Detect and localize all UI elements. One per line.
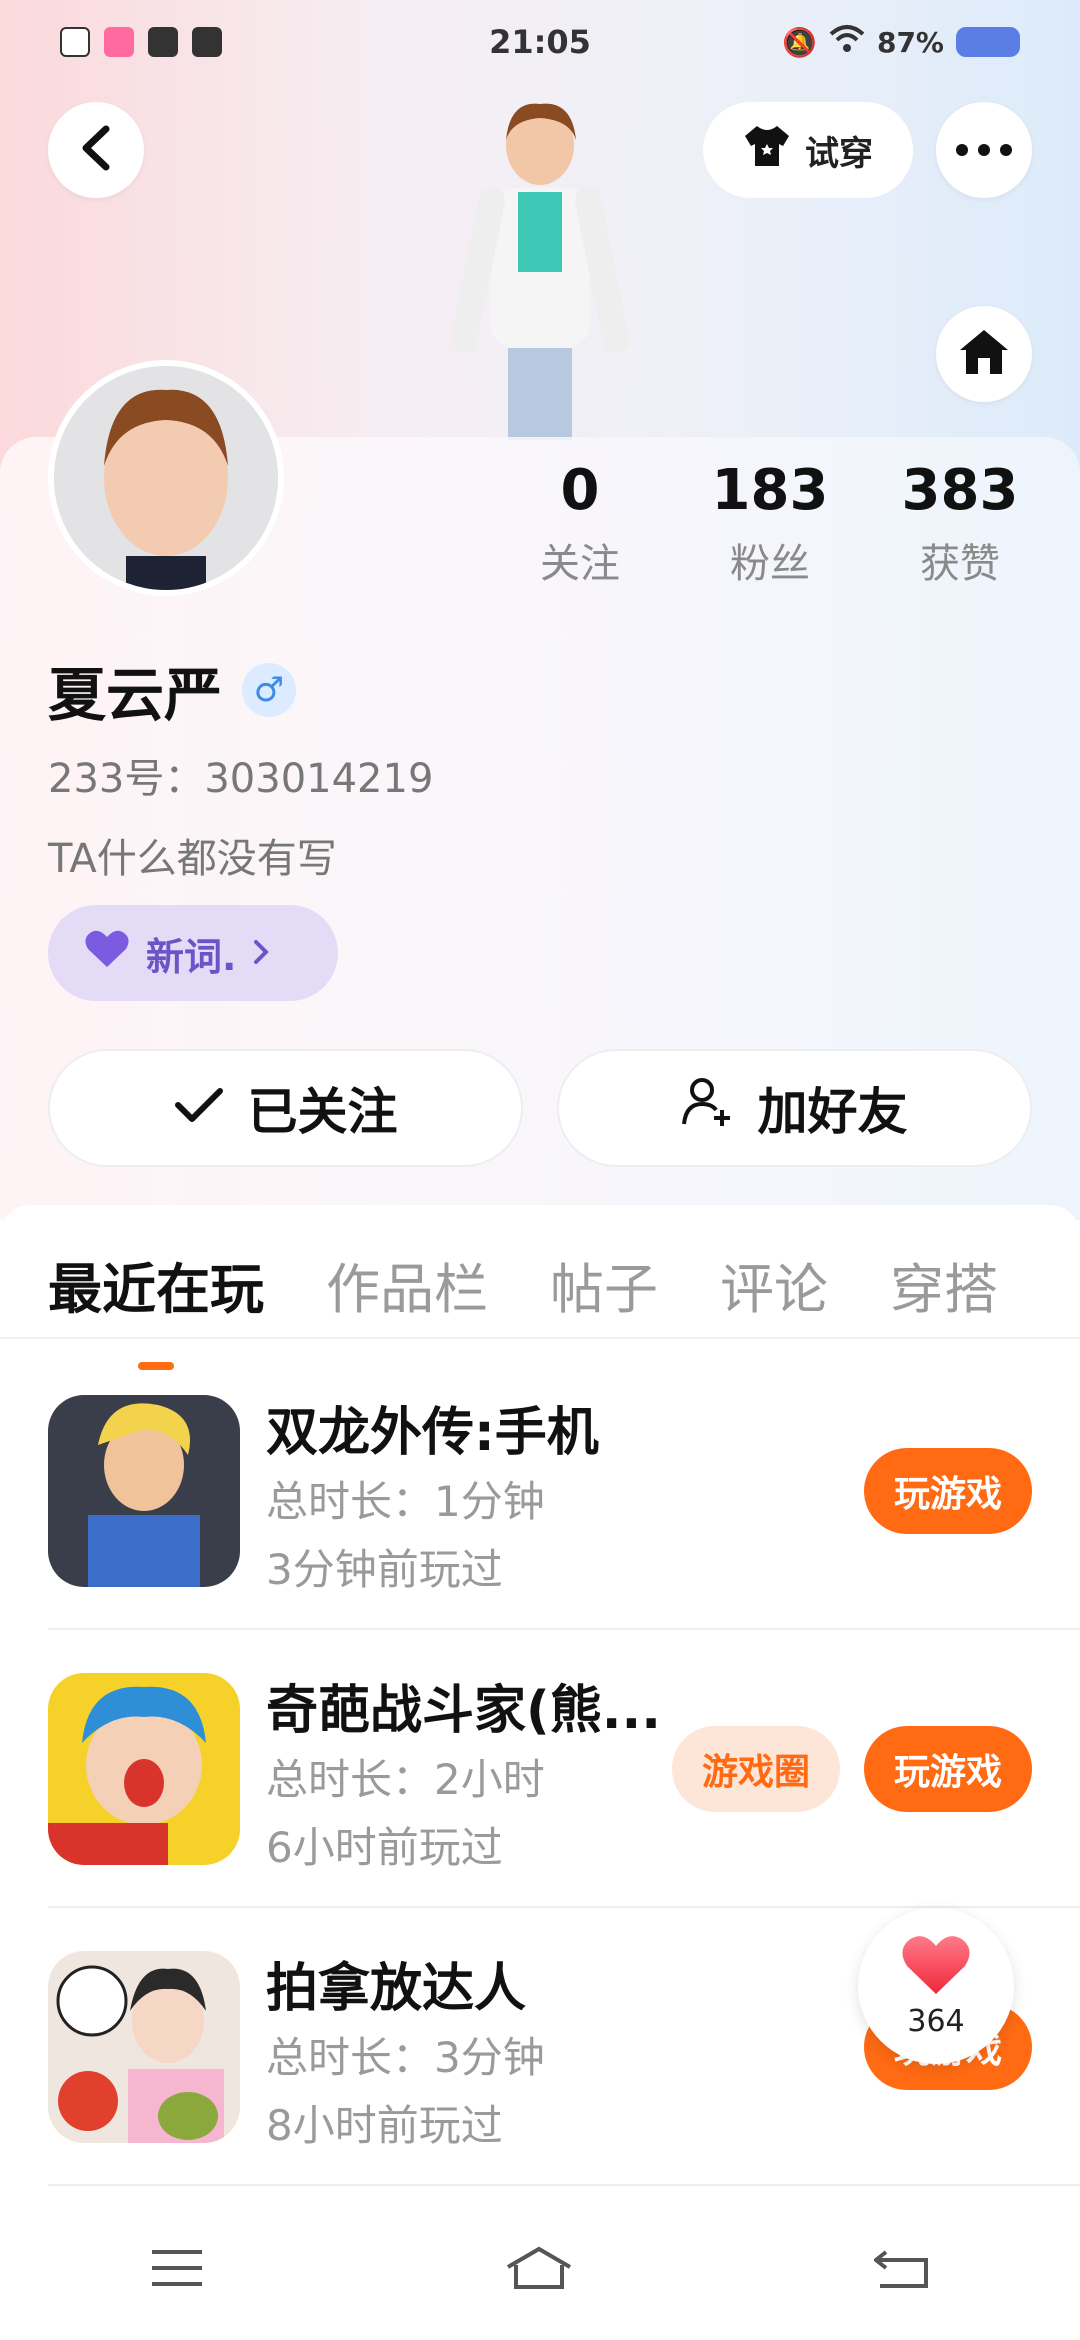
game-duration: 总时长：3分钟 [266, 2033, 545, 2082]
avatar-character[interactable] [430, 100, 650, 440]
tab-recently-played[interactable]: 最近在玩 [48, 1245, 264, 1324]
back-button[interactable] [48, 102, 144, 198]
chevron-right-icon [252, 931, 270, 975]
divider [0, 1337, 1080, 1339]
add-user-icon [681, 1076, 734, 1140]
home-icon [958, 328, 1010, 380]
stat-value: 183 [711, 458, 829, 523]
play-game-button[interactable]: 玩游戏 [864, 1448, 1032, 1534]
profile-tabs: 最近在玩 作品栏 帖子 评论 穿搭 [48, 1245, 998, 1324]
name-row: 夏云严 ♂ [48, 648, 297, 732]
divider [48, 2184, 1080, 2186]
shirt-icon [743, 124, 791, 177]
game-last-played: 8小时前玩过 [266, 2101, 503, 2150]
game-icon-pick-and-place [48, 1951, 240, 2143]
mail-icon [192, 27, 222, 57]
menu-icon[interactable] [150, 2248, 204, 2292]
app-notification-icon [104, 27, 134, 57]
game-title: 奇葩战斗家(熊... [266, 1681, 662, 1741]
mute-icon: 🔕 [782, 25, 817, 59]
tag-pill[interactable]: 新词. [48, 905, 338, 1001]
stat-value: 0 [560, 458, 600, 523]
game-duration: 总时长：1分钟 [266, 1477, 545, 1526]
tab-comments[interactable]: 评论 [720, 1245, 828, 1324]
stat-label: 获赞 [920, 541, 1000, 587]
game-title: 双龙外传:手机 [266, 1403, 599, 1463]
stat-value: 383 [901, 458, 1019, 523]
profile-name: 夏云严 [48, 661, 223, 729]
more-button[interactable] [936, 102, 1032, 198]
stat-likes[interactable]: 383 获赞 [880, 458, 1040, 589]
profile-bio: TA什么都没有写 [48, 836, 337, 882]
try-on-label: 试穿 [805, 133, 873, 174]
battery-icon [956, 27, 1020, 57]
battery-percent: 87% [876, 25, 944, 59]
list-item[interactable]: 双龙外传:手机 总时长：1分钟 3分钟前玩过 玩游戏 [48, 1350, 1032, 1628]
back-nav-icon[interactable] [872, 2246, 930, 2294]
wifi-icon [829, 24, 865, 61]
status-bar: 21:05 🔕 87% [0, 0, 1080, 84]
check-icon [174, 1079, 224, 1137]
home-button[interactable] [936, 306, 1032, 402]
play-game-button[interactable]: 玩游戏 [864, 1726, 1032, 1812]
stat-followers[interactable]: 183 粉丝 [690, 458, 850, 589]
status-system-icons: 🔕 87% [782, 24, 1020, 61]
tab-outfits[interactable]: 穿搭 [890, 1245, 998, 1324]
game-title: 拍拿放达人 [266, 1959, 527, 2019]
profile-stats: 0 关注 183 粉丝 383 获赞 [500, 458, 1040, 589]
heart-icon [84, 929, 130, 978]
stat-label: 关注 [540, 541, 620, 587]
game-last-played: 3分钟前玩过 [266, 1545, 503, 1594]
like-count: 364 [907, 2003, 965, 2039]
mail-icon [148, 27, 178, 57]
stat-following[interactable]: 0 关注 [500, 458, 660, 589]
add-friend-button[interactable]: 加好友 [557, 1049, 1032, 1167]
add-friend-label: 加好友 [757, 1083, 908, 1141]
stat-label: 粉丝 [730, 541, 810, 587]
avatar[interactable] [48, 360, 284, 596]
list-item[interactable]: 奇葩战斗家(熊... 总时长：2小时 6小时前玩过 游戏圈 玩游戏 [48, 1628, 1032, 1906]
home-nav-icon[interactable] [504, 2245, 574, 2295]
male-gender-icon: ♂ [242, 663, 297, 717]
followed-button[interactable]: 已关注 [48, 1049, 523, 1167]
game-duration: 总时长：2小时 [266, 1755, 545, 1804]
game-icon-double-dragon [48, 1395, 240, 1587]
try-on-button[interactable]: 试穿 [703, 102, 913, 198]
chevron-left-icon [78, 125, 114, 175]
game-last-played: 6小时前玩过 [266, 1823, 503, 1872]
tag-label: 新词. [146, 934, 237, 979]
system-nav-bar [0, 2200, 1080, 2340]
heart-icon [901, 1934, 971, 2000]
tab-posts[interactable]: 帖子 [550, 1245, 658, 1324]
file-icon [60, 27, 90, 57]
profile-id[interactable]: 233号：303014219 [48, 746, 433, 804]
tab-works[interactable]: 作品栏 [326, 1245, 488, 1324]
status-notification-icons [60, 27, 222, 57]
game-icon-odd-fighter [48, 1673, 240, 1865]
followed-label: 已关注 [247, 1083, 398, 1141]
like-button[interactable]: 364 [858, 1908, 1014, 2064]
game-circle-button[interactable]: 游戏圈 [672, 1726, 840, 1812]
more-dots-icon [956, 141, 1012, 160]
